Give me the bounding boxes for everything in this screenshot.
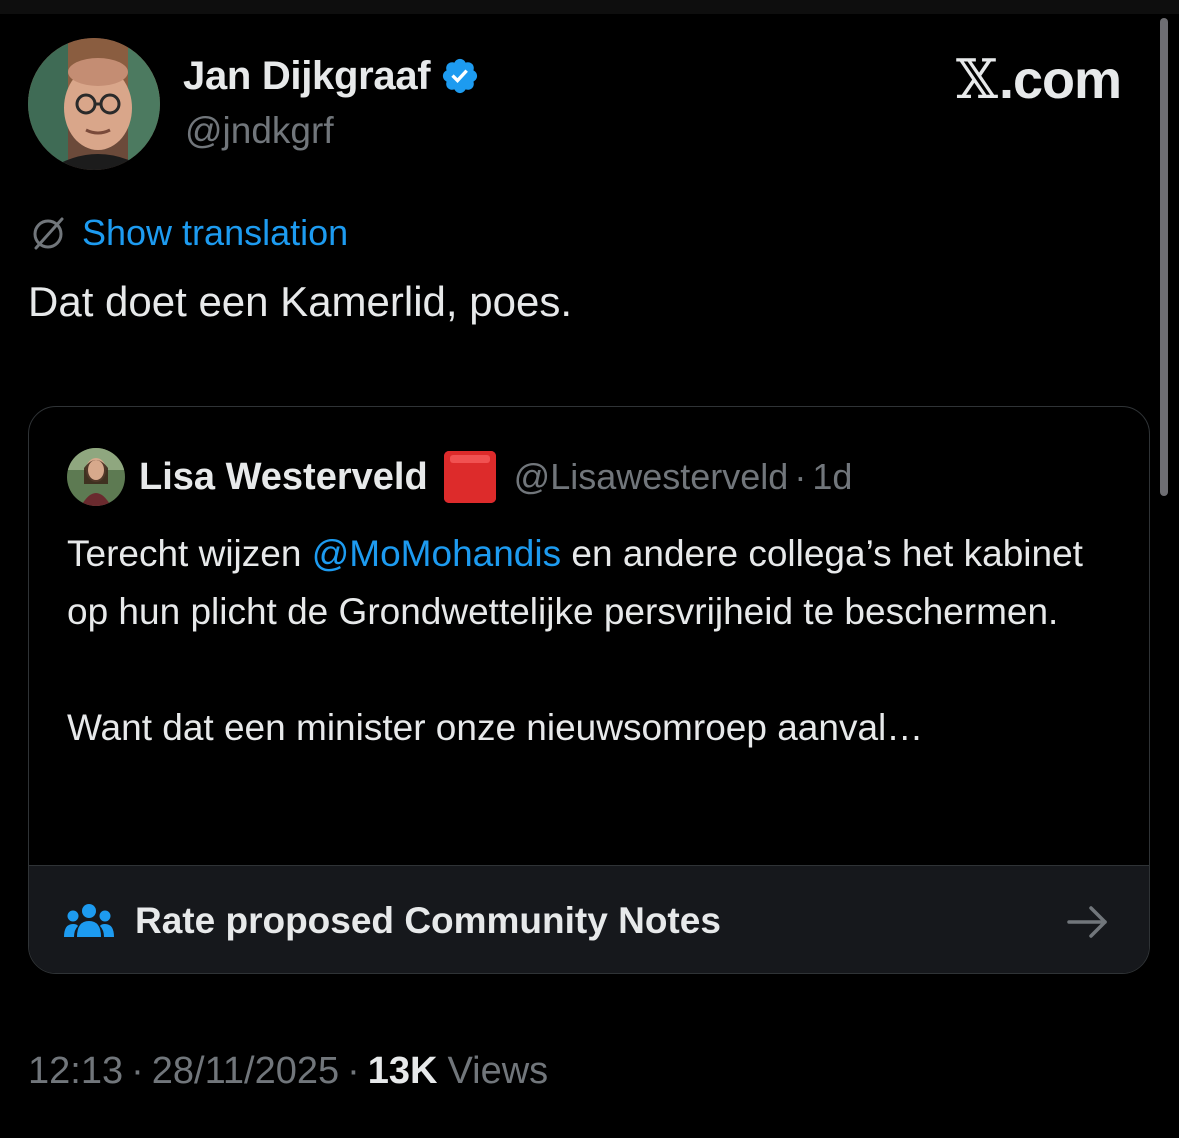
quoted-tweet-header: Lisa Westerveld @Lisawesterveld · 1d (67, 448, 852, 506)
tweet-date[interactable]: 28/11/2025 (152, 1050, 339, 1093)
mention-link[interactable]: @MoMohandis (312, 533, 561, 574)
views-count: 13K (367, 1050, 438, 1092)
author-handle[interactable]: @jndkgrf (185, 110, 334, 152)
community-notes-bar[interactable]: Rate proposed Community Notes (29, 865, 1149, 973)
separator-dot: · (794, 456, 807, 497)
quoted-author-name[interactable]: Lisa Westerveld (139, 456, 428, 499)
quoted-text-start: Terecht wijzen (67, 533, 312, 574)
author-name[interactable]: Jan Dijkgraaf (183, 54, 431, 99)
quoted-author-handle[interactable]: @Lisawesterveld (514, 456, 789, 498)
translation-row[interactable]: Show translation (28, 210, 348, 256)
top-bar (0, 0, 1179, 14)
red-square-icon (443, 451, 496, 503)
tweet-text: Dat doet een Kamerlid, poes. (28, 278, 572, 325)
separator-dot: · (131, 1050, 144, 1092)
arrow-right-icon[interactable] (1065, 899, 1111, 945)
quoted-author-avatar[interactable] (67, 448, 125, 506)
people-icon (64, 904, 114, 937)
brand-logo: 𝕏 .com (956, 48, 1122, 111)
x-logo-icon: 𝕏 (956, 48, 998, 111)
quoted-tweet-time[interactable]: 1d (812, 456, 852, 498)
quoted-tweet-card[interactable]: Lisa Westerveld @Lisawesterveld · 1d Ter… (28, 406, 1150, 974)
author-avatar[interactable] (28, 38, 160, 170)
brand-suffix: .com (998, 49, 1122, 110)
tweet-meta: 12:13 · 28/11/2025 · 13K Views (28, 1050, 548, 1093)
verified-badge-icon (443, 58, 478, 94)
separator-dot: · (347, 1050, 360, 1092)
quoted-tweet-text: Terecht wijzen @MoMohandis en andere col… (67, 525, 1117, 757)
scrollbar[interactable] (1160, 18, 1168, 496)
community-notes-label[interactable]: Rate proposed Community Notes (135, 900, 721, 942)
author-name-row: Jan Dijkgraaf (183, 54, 480, 98)
globe-slash-icon (33, 217, 64, 250)
show-translation-link[interactable]: Show translation (82, 212, 348, 254)
views-label: Views (447, 1050, 549, 1092)
tweet-time[interactable]: 12:13 (28, 1050, 123, 1093)
quoted-text-second-paragraph: Want dat een minister onze nieuwsomroep … (67, 707, 924, 748)
